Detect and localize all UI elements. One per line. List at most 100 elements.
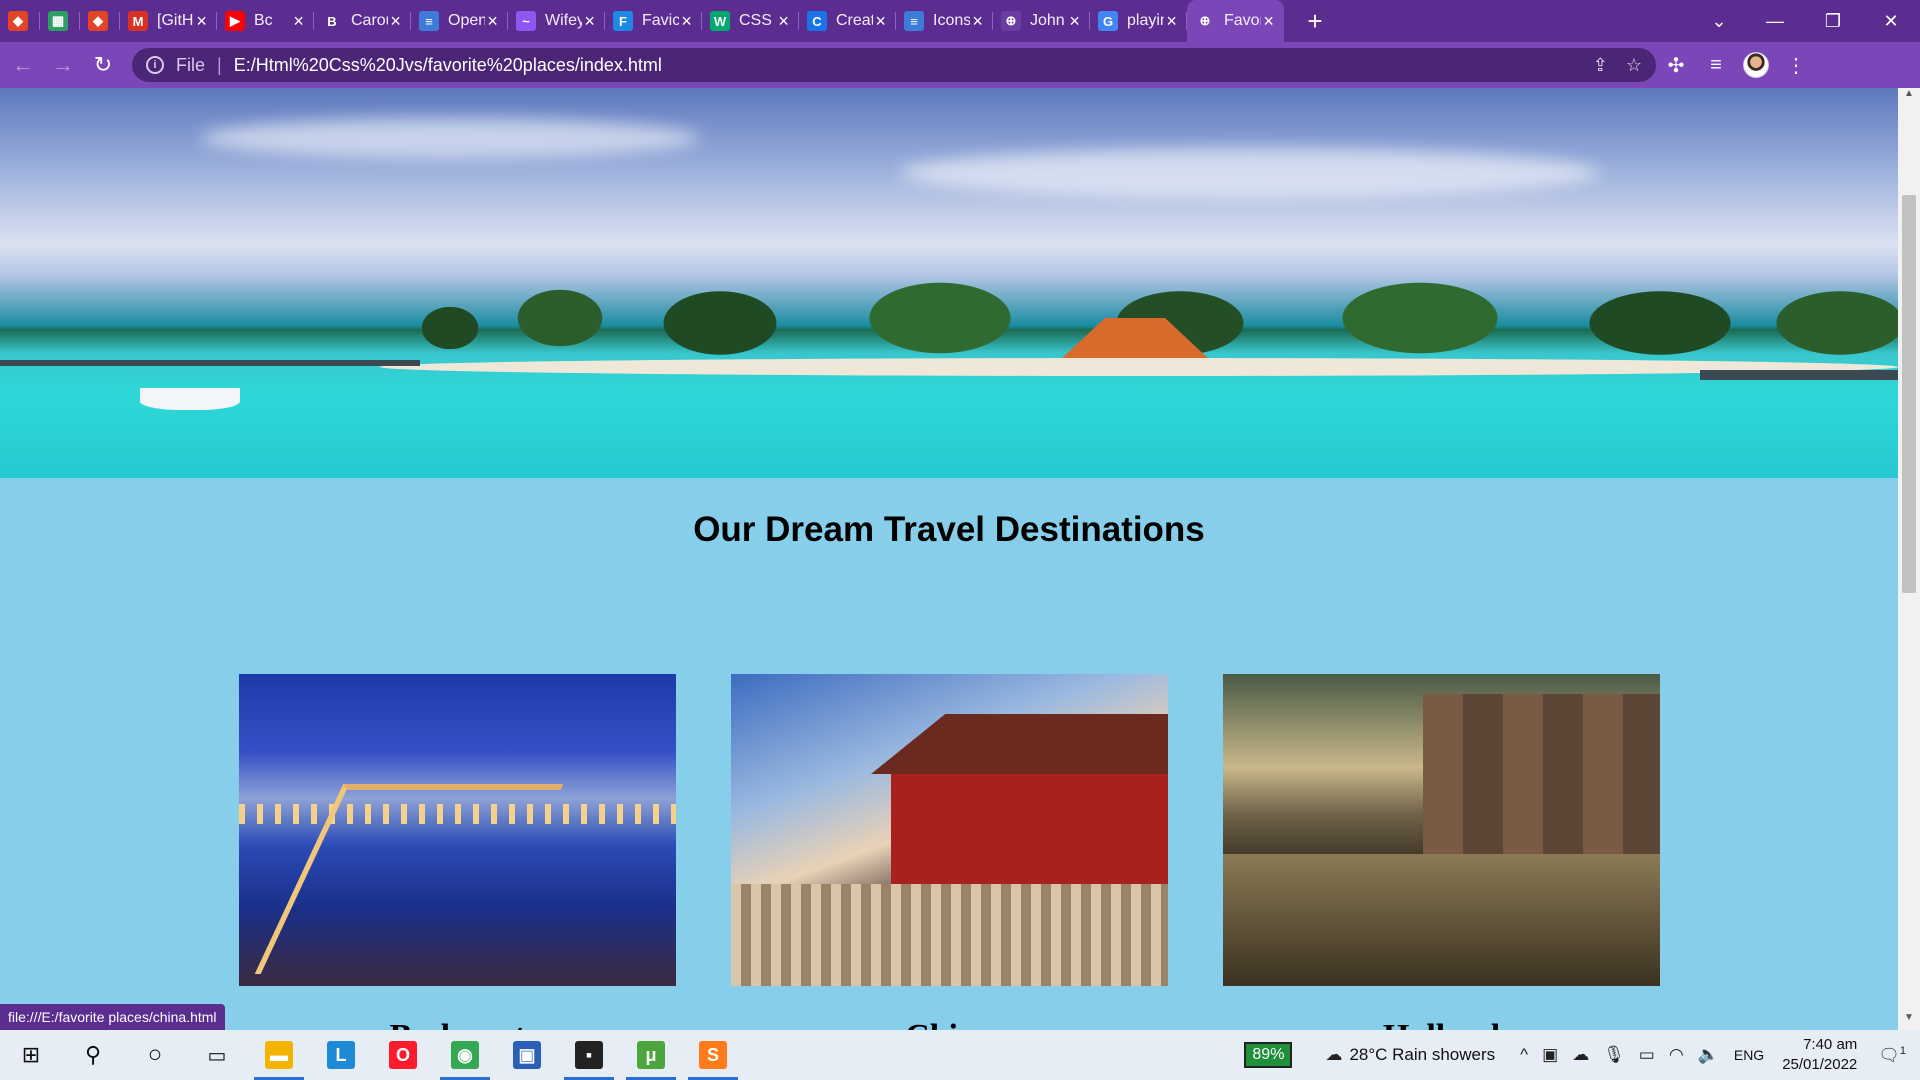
multicolor-icon: ≡ [419, 11, 439, 31]
scroll-down-arrow-icon[interactable]: ▼ [1898, 1012, 1920, 1030]
restore-icon[interactable]: ❐ [1804, 0, 1862, 42]
tab-title: playin [1127, 12, 1165, 29]
taskbar-app-sublime-text[interactable]: S [682, 1030, 744, 1080]
taskbar-app-chrome[interactable]: ◉ [434, 1030, 496, 1080]
extensions-puzzle-icon[interactable]: ✣ [1656, 45, 1696, 85]
browser-tab[interactable]: ◆ [0, 0, 40, 42]
browser-tab[interactable]: ⊕ Favori× [1187, 0, 1284, 42]
close-tab-icon[interactable]: × [485, 11, 500, 32]
pagoda-hall [891, 774, 1168, 884]
browser-tab[interactable]: ▦ [40, 0, 80, 42]
taskbar-app-lingo-app[interactable]: L [310, 1030, 372, 1080]
close-tab-icon[interactable]: × [1261, 11, 1276, 32]
close-tab-icon[interactable]: × [1164, 11, 1179, 32]
navigation-bar: ← → ↻ i File | E:/Html%20Css%20Jvs/favor… [0, 42, 1920, 88]
sticky-notes-icon: ▪ [575, 1041, 603, 1069]
microphone-icon[interactable]: 🎙 [1603, 1045, 1625, 1065]
destination-card-holland[interactable] [1223, 674, 1660, 986]
onedrive-cloud-icon[interactable]: ☁ [1572, 1045, 1589, 1065]
url-text[interactable]: E:/Html%20Css%20Jvs/favorite%20places/in… [234, 55, 662, 76]
canal-houses [1423, 694, 1660, 854]
browser-tab[interactable]: ≡ Icons × [896, 0, 993, 42]
sheets-icon: ▦ [48, 11, 68, 31]
tab-search-chevron-icon[interactable]: ⌄ [1690, 0, 1748, 42]
tab-title: Open [448, 12, 486, 29]
wifi-icon[interactable]: ◠ [1669, 1045, 1684, 1065]
browser-tab[interactable]: ▶ Bc × [217, 0, 314, 42]
close-tab-icon[interactable]: × [291, 11, 306, 32]
w3schools-icon: W [710, 11, 730, 31]
bookmark-star-icon[interactable]: ☆ [1626, 55, 1642, 76]
close-tab-icon[interactable]: × [194, 11, 209, 32]
pinned-apps: ▬ L O ◉ ▣ ▪ μ S [248, 1030, 744, 1080]
windows-logo-icon: ⊞ [21, 1042, 41, 1067]
browser-tab[interactable]: F Favicc× [605, 0, 702, 42]
scrollbar-thumb[interactable] [1902, 195, 1916, 593]
close-tab-icon[interactable]: × [1067, 11, 1082, 32]
messenger-icon: ~ [516, 11, 536, 31]
weather-cloud-icon[interactable]: ☁ [1325, 1045, 1342, 1065]
lingo-app-icon: L [327, 1041, 355, 1069]
close-tab-icon[interactable]: × [388, 11, 403, 32]
status-bubble-url: file:///E:/favorite places/china.html [0, 1004, 225, 1030]
search-button[interactable]: ⚲ [62, 1030, 124, 1080]
new-tab-plus-icon[interactable]: + [1300, 6, 1330, 37]
back-arrow-icon[interactable]: ← [6, 48, 40, 82]
clock[interactable]: 7:40 am 25/01/2022 [1782, 1035, 1857, 1075]
browser-tab[interactable]: ⊕ John × [993, 0, 1090, 42]
divider: | [217, 54, 222, 75]
globe-icon: ⊕ [1001, 11, 1021, 31]
browser-tab[interactable]: ≡ Open × [411, 0, 508, 42]
scroll-up-arrow-icon[interactable]: ▲ [1898, 88, 1920, 106]
close-tab-icon[interactable]: × [970, 11, 985, 32]
browser-tab[interactable]: W CSS C× [702, 0, 799, 42]
task-view-button[interactable]: ▭ [186, 1030, 248, 1080]
browser-tab[interactable]: C Creat × [799, 0, 896, 42]
cortana-button[interactable]: ○ [124, 1030, 186, 1080]
browser-tab[interactable]: Gplayin × [1090, 0, 1187, 42]
site-info-icon[interactable]: i [146, 56, 164, 74]
chrome-icon: ◉ [451, 1041, 479, 1069]
taskbar-app-sticky-notes[interactable]: ▪ [558, 1030, 620, 1080]
close-window-icon[interactable]: ✕ [1862, 0, 1920, 42]
taskbar-app-opera[interactable]: O [372, 1030, 434, 1080]
menu-kebab-icon[interactable]: ⋮ [1776, 45, 1816, 85]
reading-list-icon[interactable]: ≡ [1696, 45, 1736, 85]
destination-card-china[interactable] [731, 674, 1168, 986]
forward-arrow-icon[interactable]: → [46, 48, 80, 82]
battery-percent-badge[interactable]: 89% [1244, 1042, 1293, 1068]
taskbar-app-remote-desktop[interactable]: ▣ [496, 1030, 558, 1080]
browser-tab[interactable]: M [GitHu× [120, 0, 217, 42]
close-tab-icon[interactable]: × [679, 11, 694, 32]
address-bar[interactable]: i File | E:/Html%20Css%20Jvs/favorite%20… [132, 48, 1656, 82]
browser-tab[interactable]: ◆ [80, 0, 120, 42]
share-icon[interactable]: ⇪ [1593, 55, 1608, 76]
close-tab-icon[interactable]: × [776, 11, 791, 32]
minimize-icon[interactable]: — [1746, 0, 1804, 42]
start-button[interactable]: ⊞ [0, 1030, 62, 1080]
weather-text[interactable]: 28°C Rain showers [1349, 1045, 1495, 1065]
notification-center-icon[interactable]: 🗨1 [1878, 1045, 1906, 1066]
tab-title: Wifey [545, 12, 583, 29]
cortana-circle-icon: ○ [147, 1041, 163, 1068]
chevron-up-icon[interactable]: ^ [1520, 1045, 1528, 1065]
close-tab-icon[interactable]: × [873, 11, 888, 32]
taskbar-app-utorrent[interactable]: μ [620, 1030, 682, 1080]
balustrade [731, 884, 1168, 986]
tab-title: Creat [836, 12, 874, 29]
profile-avatar[interactable] [1736, 45, 1776, 85]
gitlab-icon: ◆ [8, 11, 28, 31]
language-indicator[interactable]: ENG [1734, 1047, 1764, 1063]
close-tab-icon[interactable]: × [582, 11, 597, 32]
battery-icon[interactable]: ▭ [1639, 1045, 1655, 1065]
meet-now-icon[interactable]: ▣ [1542, 1045, 1558, 1065]
volume-icon[interactable]: 🔈 [1698, 1045, 1719, 1065]
destination-card-budapest[interactable] [239, 674, 676, 986]
jetty [1700, 370, 1898, 380]
browser-tab[interactable]: ~ Wifey × [508, 0, 605, 42]
gmail-icon: M [128, 11, 148, 31]
reload-icon[interactable]: ↻ [86, 48, 120, 82]
browser-tab[interactable]: B Carou× [314, 0, 411, 42]
taskbar-app-file-explorer[interactable]: ▬ [248, 1030, 310, 1080]
gitlab-icon: ◆ [88, 11, 108, 31]
